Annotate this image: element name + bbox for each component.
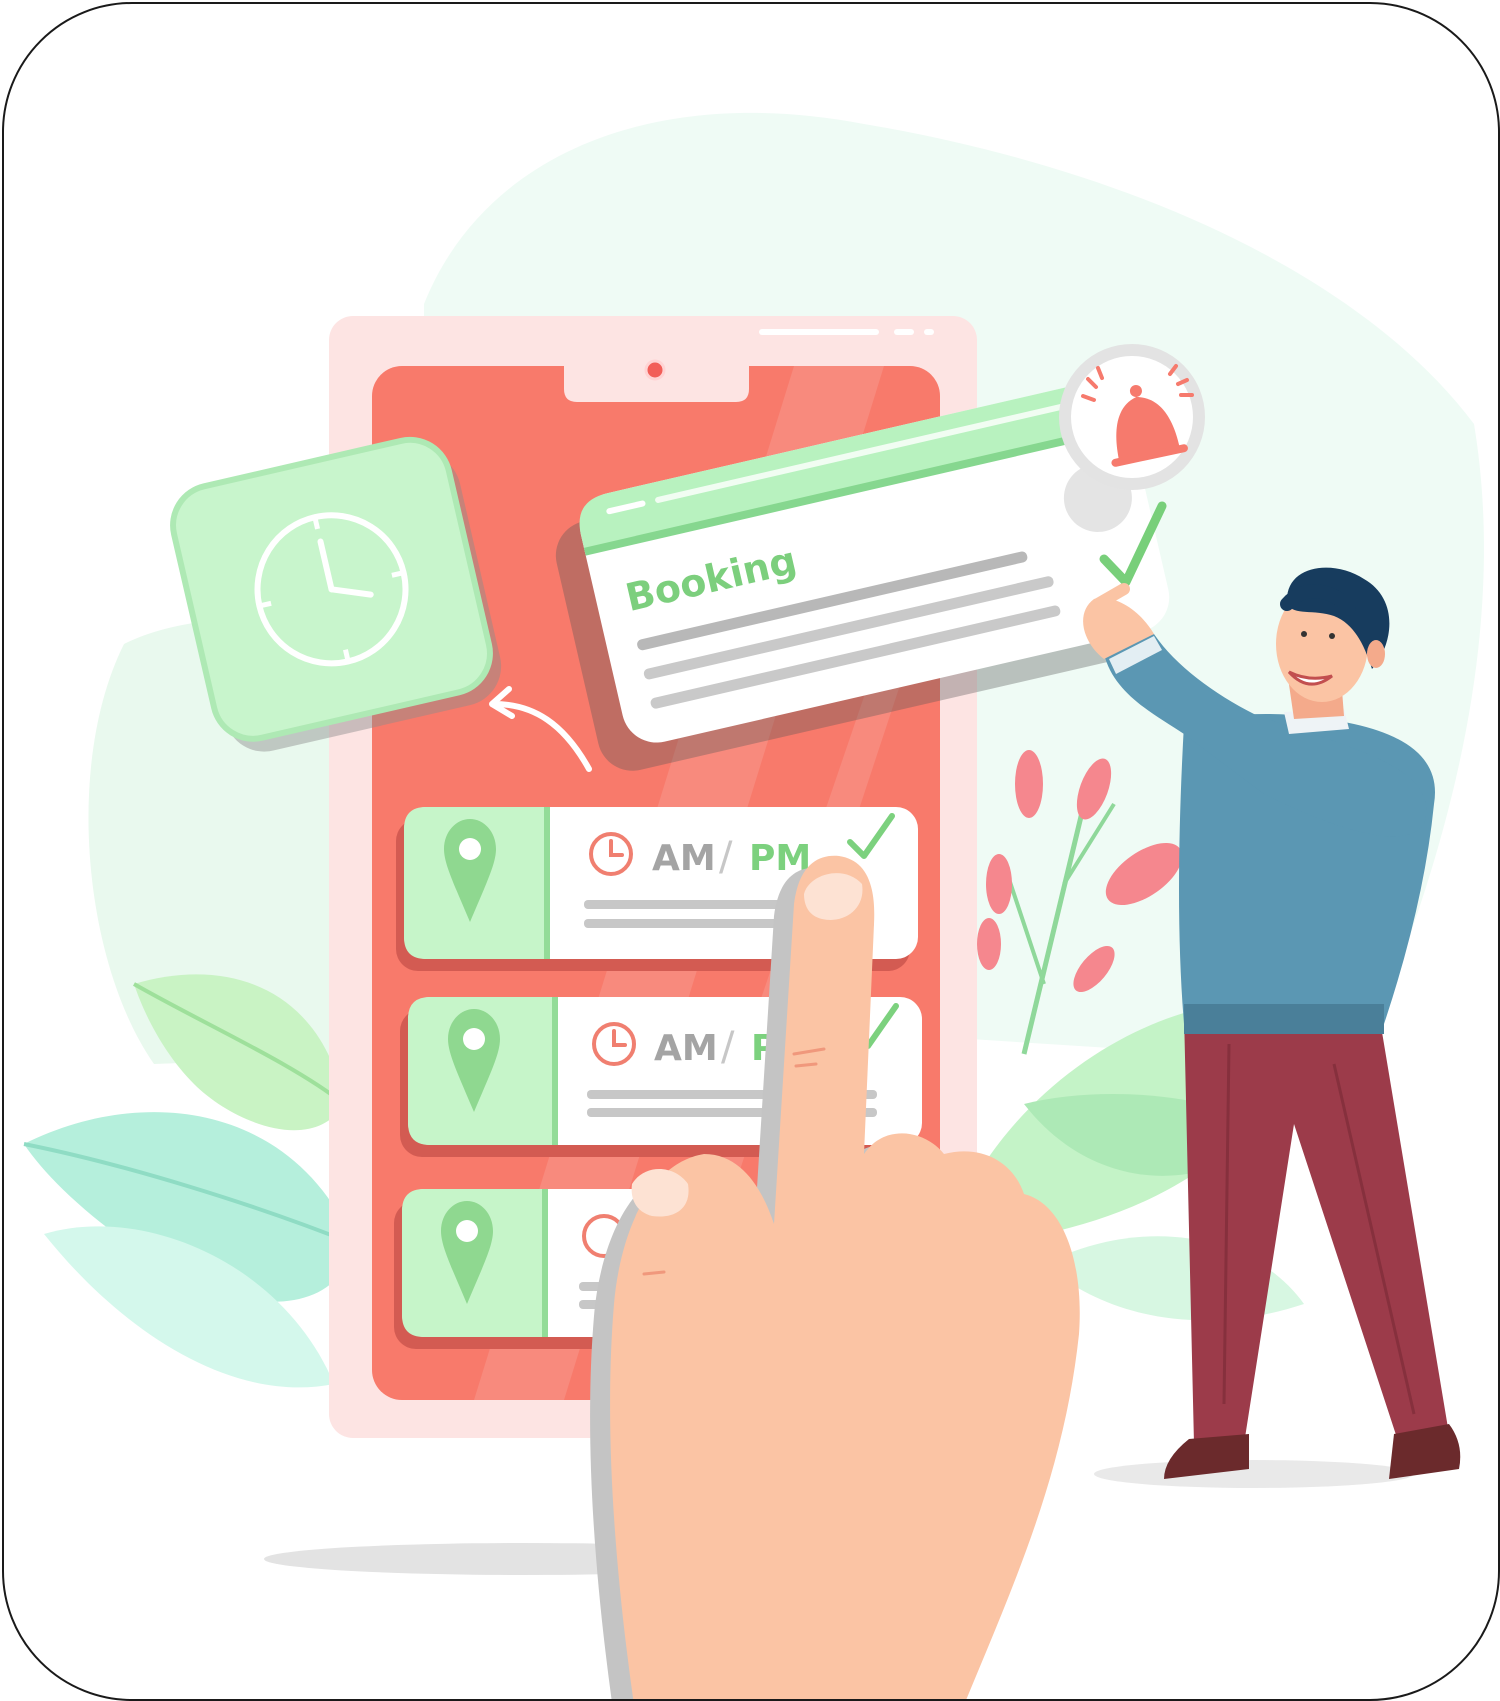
notification-bell[interactable] bbox=[1059, 344, 1205, 490]
am-label: AM bbox=[652, 838, 716, 879]
am-label: AM bbox=[654, 1028, 718, 1069]
leaves-left bbox=[23, 974, 355, 1388]
phone-camera bbox=[644, 359, 666, 381]
time-separator: / bbox=[719, 834, 733, 880]
illustration-frame: Booking AM / PM AM / P bbox=[2, 2, 1500, 1701]
booking-illustration: Booking AM / PM AM / P bbox=[23, 112, 1484, 1699]
time-separator: / bbox=[721, 1024, 735, 1070]
floor-shadow-person bbox=[1094, 1460, 1414, 1488]
